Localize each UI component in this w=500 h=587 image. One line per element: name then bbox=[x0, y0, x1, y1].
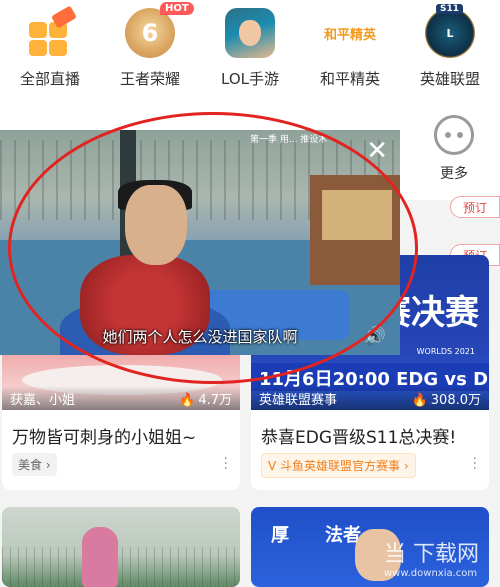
floating-video-player[interactable]: 第一季 用... 推设术 ✕ 她们两个人怎么没进国家队啊 🔊 bbox=[0, 130, 400, 355]
more-options-icon[interactable]: · · · bbox=[224, 452, 228, 476]
close-icon[interactable]: ✕ bbox=[366, 138, 388, 164]
category-label: 和平精英 bbox=[319, 70, 380, 88]
lol-mobile-icon bbox=[225, 8, 275, 58]
sound-icon[interactable]: 🔊 bbox=[364, 326, 386, 347]
category-label: 全部直播 bbox=[19, 70, 80, 88]
thumbnail-meta: 获嘉、小姐 🔥 4.7万 bbox=[2, 386, 240, 410]
category-all-live[interactable]: 全部直播 bbox=[2, 5, 98, 112]
verified-icon: V bbox=[268, 459, 277, 473]
flame-icon: 🔥 bbox=[411, 392, 428, 408]
more-label: 更多 bbox=[440, 166, 468, 182]
category-label: LOL手游 bbox=[221, 70, 279, 88]
peace-elite-icon: 和平精英 bbox=[318, 8, 382, 58]
worlds-logo: WORLDS 2021 bbox=[416, 347, 475, 356]
honor-of-kings-icon: 6 bbox=[125, 8, 175, 58]
hot-badge: HOT bbox=[160, 2, 194, 15]
stream-card-blue[interactable]: 厚 法者 当 下载网 www.downxia.com bbox=[251, 507, 489, 587]
s11-badge: S11 bbox=[436, 4, 464, 14]
more-options-icon[interactable]: · · · bbox=[473, 452, 477, 476]
category-more[interactable]: 更多 bbox=[434, 115, 474, 183]
video-subtitle: 她们两个人怎么没进国家队啊 bbox=[102, 328, 298, 346]
thumbnail-meta: 英雄联盟赛事 🔥 308.0万 bbox=[251, 386, 489, 410]
stream-card-tennis[interactable] bbox=[2, 507, 240, 587]
category-grid-row-1: 全部直播 6 HOT 王者荣耀 LOL手游 和平精英 和平精英 S11 L 英雄联… bbox=[0, 0, 500, 112]
site-watermark: 当 下载网 www.downxia.com bbox=[384, 542, 479, 579]
reserve-button[interactable]: 预订 bbox=[450, 196, 500, 218]
chevron-right-icon: › bbox=[403, 459, 409, 473]
category-label: 英雄联盟 bbox=[419, 70, 480, 88]
category-lol-mobile[interactable]: LOL手游 bbox=[202, 8, 298, 112]
streamer-tag: 英雄联盟赛事 bbox=[259, 392, 338, 408]
streamer-tag: 获嘉、小姐 bbox=[10, 392, 76, 408]
stream-title: 万物皆可刺身的小姐姐~ bbox=[12, 428, 197, 448]
category-label: 王者荣耀 bbox=[119, 70, 180, 88]
league-of-legends-icon: S11 L bbox=[425, 4, 475, 58]
category-chip[interactable]: V 斗鱼英雄联盟官方赛事 › bbox=[261, 453, 416, 478]
more-icon bbox=[434, 115, 474, 155]
category-peace-elite[interactable]: 和平精英 和平精英 bbox=[302, 8, 398, 112]
flame-icon: 🔥 bbox=[179, 392, 196, 408]
category-chip[interactable]: 美食 › bbox=[12, 453, 57, 476]
viewer-count: 🔥 4.7万 bbox=[179, 392, 232, 408]
category-league-of-legends[interactable]: S11 L 英雄联盟 bbox=[402, 4, 498, 112]
program-logo: 厚 法者 bbox=[271, 525, 361, 546]
chevron-right-icon: › bbox=[45, 458, 51, 472]
stream-thumbnail bbox=[2, 507, 240, 587]
all-live-icon bbox=[25, 5, 78, 58]
category-honor-of-kings[interactable]: 6 HOT 王者荣耀 bbox=[102, 2, 198, 112]
stream-title: 恭喜EDG晋级S11总决赛! bbox=[261, 428, 457, 448]
video-overlay-text: 第一季 用... 推设术 bbox=[250, 135, 328, 145]
viewer-count: 🔥 308.0万 bbox=[411, 392, 481, 408]
